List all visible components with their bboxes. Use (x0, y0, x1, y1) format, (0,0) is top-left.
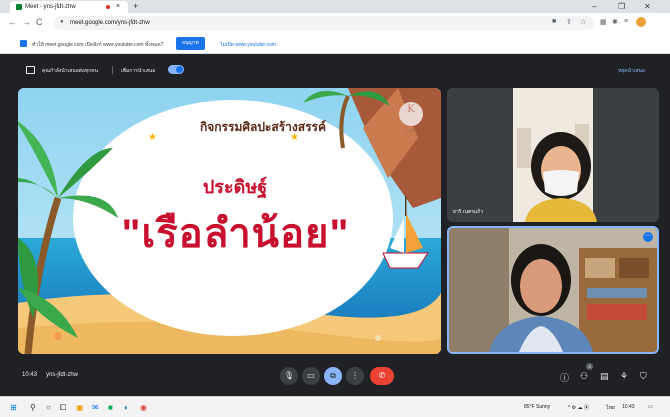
more-options-icon[interactable]: ⋯ (643, 232, 653, 242)
svg-text:★: ★ (148, 132, 157, 143)
address-bar[interactable]: ● meet.google.com/yns-jfdt-zhw (54, 16, 594, 30)
slide-subheading: ประดิษฐ์ (202, 177, 268, 197)
search-icon[interactable]: ⚲ (30, 403, 36, 412)
divider (112, 66, 113, 74)
camera-indicator-icon[interactable]: ■ (552, 18, 556, 25)
window-close-button[interactable]: ✕ (644, 2, 651, 11)
minimize-button[interactable]: – (592, 2, 596, 11)
deny-button[interactable]: ไม่เปิด www.youtube.com (220, 41, 276, 49)
os-taskbar: ⊞ ⚲ ○ ⧠ ▣ ✉ ■ ◐ ◉ 85°F Sunny ^ ⚙ ☁ ⦿ ไทย… (0, 396, 670, 417)
microphone-button[interactable]: 🎙 (280, 367, 298, 385)
participant-tile[interactable]: ธาริ เนตรแก้ว (447, 88, 659, 222)
handler-message: ทำให้ meet.google.com เปิดลิงก์ www.yout… (32, 42, 164, 48)
host-controls-icon[interactable]: ⛉ (640, 371, 647, 382)
participant-count-badge: 3 (586, 363, 593, 370)
tray-icons[interactable]: ^ ⚙ ☁ ⦿ (568, 404, 589, 411)
meeting-controls: 10:43 yns-jfdt-zhw 🎙 ▭ ⧉ ⋮ ✆ ⓘ 3 ⚇ ▤ ⚘ ⛉ (0, 358, 670, 396)
store-icon[interactable]: ■ (108, 403, 113, 412)
kinet-logo-text: KINET (405, 128, 417, 133)
windows-start-icon[interactable]: ⊞ (10, 403, 17, 412)
browser-tab-meet[interactable]: Meet - yns-jfdt-zhw × (10, 1, 128, 13)
weather-text[interactable]: 85°F Sunny (524, 404, 550, 410)
people-icon[interactable]: ⚇ (580, 371, 588, 382)
browser-toolbar: ← → C ● meet.google.com/yns-jfdt-zhw ■ ⇪… (0, 13, 670, 33)
edge-icon[interactable]: ◐ (124, 403, 129, 412)
browser-tab-bar: Meet - yns-jfdt-zhw × + – ❐ ✕ (0, 0, 670, 13)
profile-avatar[interactable] (636, 17, 646, 27)
back-arrow-icon[interactable]: ← (8, 17, 17, 27)
presenting-header: คุณกำลังนำเสนอต่อทุกคน เพิ่มการนำเสนอ หย… (0, 54, 670, 86)
activities-icon[interactable]: ⚘ (620, 371, 628, 382)
protocol-handler-bar: ทำให้ meet.google.com เปิดลิงก์ www.yout… (0, 33, 670, 54)
bookmark-star-icon[interactable]: ☆ (580, 18, 586, 26)
taskbar-clock[interactable]: 10:43 (622, 404, 635, 410)
camera-button[interactable]: ▭ (302, 367, 320, 385)
participant-video-2 (449, 228, 657, 352)
meeting-details-icon[interactable]: ⓘ (560, 371, 569, 384)
slide-heading: กิจกรรมศิลปะสร้างสรรค์ (199, 120, 326, 134)
present-now-button[interactable]: ⧉ (324, 367, 342, 385)
menu-list-icon[interactable]: ≡ (624, 18, 628, 25)
kinet-logo-letter: K (407, 104, 415, 115)
recording-dot-icon (106, 5, 110, 9)
file-explorer-icon[interactable]: ▣ (76, 403, 84, 412)
share-icon[interactable]: ⇪ (566, 18, 572, 26)
url-text: meet.google.com/yns-jfdt-zhw (70, 20, 150, 26)
presentation-tile[interactable]: ★ ★ กิจกรรมศิลปะสร้างสรรค์ ประดิษฐ์ "เรื… (18, 88, 441, 354)
task-view-icon[interactable]: ⧠ (60, 403, 66, 413)
more-options-button[interactable]: ⋮ (346, 367, 364, 385)
mail-icon[interactable]: ✉ (92, 403, 99, 412)
meeting-time: 10:43 (22, 372, 38, 378)
lock-icon: ● (60, 19, 64, 25)
present-screen-icon (26, 66, 35, 74)
tab-close-button[interactable]: × (116, 3, 120, 10)
meeting-code: yns-jfdt-zhw (46, 372, 79, 378)
leave-call-button[interactable]: ✆ (370, 367, 394, 385)
chrome-icon[interactable]: ◉ (140, 403, 147, 412)
stop-presenting-button[interactable]: หยุดนำเสนอ (618, 67, 645, 75)
forward-arrow-icon[interactable]: → (22, 17, 31, 27)
new-tab-button[interactable]: + (133, 1, 138, 11)
puzzle-icon[interactable]: ✱ (612, 18, 618, 26)
presenter-mode-label: เพิ่มการนำเสนอ (121, 68, 156, 74)
allow-button[interactable]: อนุญาต (176, 37, 205, 50)
extension-icon[interactable]: ▦ (600, 18, 607, 26)
notifications-icon[interactable]: ▭ (648, 404, 653, 410)
slide-main-title: "เรือลำน้อย" (121, 212, 350, 256)
presenting-label: คุณกำลังนำเสนอต่อทุกคน (42, 68, 99, 74)
input-language[interactable]: ไทย (606, 404, 615, 412)
reload-icon[interactable]: C (36, 17, 43, 27)
cortana-icon[interactable]: ○ (46, 403, 51, 412)
chat-icon[interactable]: ▤ (600, 371, 609, 382)
participant-name: ธาริ เนตรแก้ว (453, 209, 484, 215)
tab-title: Meet - yns-jfdt-zhw (25, 4, 76, 10)
maximize-button[interactable]: ❐ (618, 2, 625, 11)
presenter-mode-toggle[interactable] (168, 65, 184, 74)
meet-favicon-icon (16, 4, 22, 10)
participant-video-1 (447, 88, 659, 222)
handler-icon (20, 40, 27, 47)
self-tile[interactable]: ⋯ (447, 226, 659, 354)
